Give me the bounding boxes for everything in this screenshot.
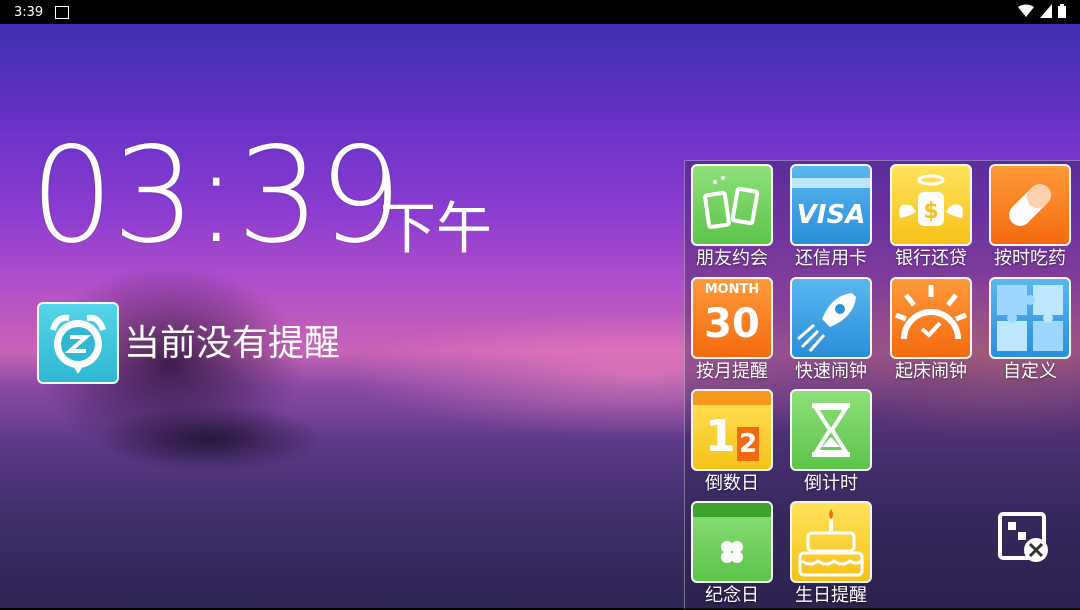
month-badge: MONTH [704, 282, 760, 297]
rocket-icon [790, 277, 872, 359]
tile-label: 按时吃药 [994, 248, 1066, 269]
close-grid-icon [998, 512, 1048, 562]
tile-label: 银行还贷 [895, 248, 967, 269]
image-notification-icon [55, 5, 70, 19]
visa-card-icon: VISA [790, 164, 872, 246]
tile-monthly-reminder[interactable]: MONTH 30 按月提醒 [684, 274, 784, 386]
svg-text:$: $ [923, 199, 938, 224]
alarm-clock-icon [50, 314, 106, 374]
countdown-digit-2: 2 [737, 427, 759, 461]
money-bag-icon: $ [890, 164, 972, 246]
tile-anniversary[interactable]: 纪念日 [684, 498, 784, 610]
tile-label: 还信用卡 [795, 248, 867, 269]
tile-bank-loan[interactable]: $ 银行还贷 [883, 161, 983, 273]
tile-birthday-reminder[interactable]: 生日提醒 [783, 498, 883, 610]
status-icons [1018, 4, 1066, 18]
hourglass-icon [790, 389, 872, 471]
visa-badge: VISA [796, 200, 866, 230]
tile-label: 自定义 [1003, 361, 1057, 382]
birthday-cake-icon [790, 501, 872, 583]
drinks-icon [691, 164, 773, 246]
clover-calendar-icon [691, 501, 773, 583]
month-number: 30 [704, 301, 760, 347]
month-calendar-icon: MONTH 30 [691, 277, 773, 359]
tile-label: 生日提醒 [795, 585, 867, 606]
tile-label: 快速闹钟 [795, 361, 867, 382]
clock-ampm: 下午 [380, 197, 492, 262]
tile-custom[interactable]: 自定义 [982, 274, 1080, 386]
tile-take-medicine[interactable]: 按时吃药 [982, 161, 1080, 273]
no-reminder-text: 当前没有提醒 [124, 323, 341, 364]
tile-countdown-day[interactable]: 1 2 倒数日 [684, 386, 784, 498]
tile-label: 按月提醒 [696, 361, 768, 382]
tile-label: 倒计时 [804, 473, 858, 494]
close-panel-button[interactable] [998, 512, 1050, 564]
tile-label: 起床闹钟 [895, 361, 967, 382]
tile-timer[interactable]: 倒计时 [783, 386, 883, 498]
puzzle-icon [989, 277, 1071, 359]
pill-icon [989, 164, 1071, 246]
tile-credit-card[interactable]: VISA 还信用卡 [783, 161, 883, 273]
countdown-calendar-icon: 1 2 [691, 389, 773, 471]
signal-icon [1040, 4, 1052, 18]
tile-quick-alarm[interactable]: 快速闹钟 [783, 274, 883, 386]
tile-friend-meeting[interactable]: 朋友约会 [684, 161, 784, 273]
tile-label: 倒数日 [705, 473, 759, 494]
tile-label: 朋友约会 [696, 248, 768, 269]
tile-wakeup-alarm[interactable]: 起床闹钟 [883, 274, 983, 386]
battery-icon [1058, 4, 1066, 18]
wifi-icon [1018, 4, 1034, 17]
tile-label: 纪念日 [705, 585, 759, 606]
clock-time: 03:39 [30, 119, 402, 273]
sunrise-icon [890, 277, 972, 359]
alarm-app-icon[interactable] [37, 302, 119, 384]
status-time: 3:39 [14, 4, 44, 20]
countdown-digit-1: 1 [705, 411, 736, 462]
status-bar: 3:39 [0, 0, 1080, 24]
rock-silhouette [60, 394, 360, 484]
